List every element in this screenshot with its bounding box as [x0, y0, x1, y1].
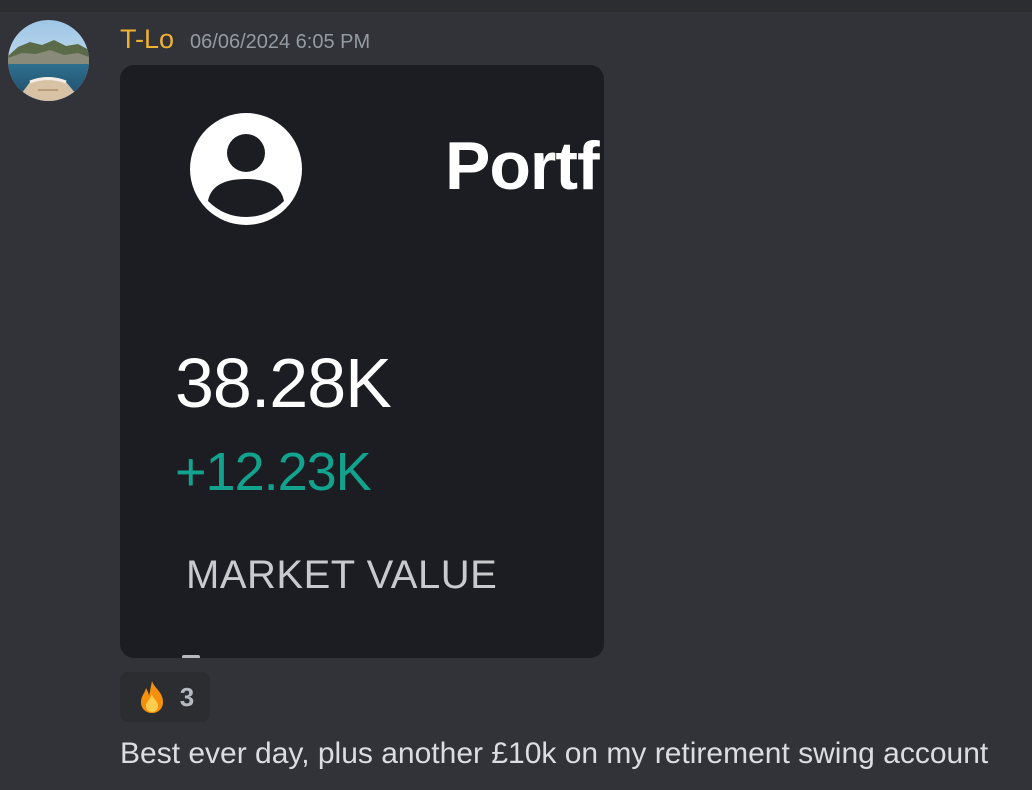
market-value-amount: 38.28K: [175, 344, 392, 422]
reaction-fire[interactable]: 3: [120, 672, 210, 722]
chat-message: T-Lo 06/06/2024 6:05 PM Portf 38.28K +12…: [0, 0, 1032, 790]
portfolio-title: Portf: [445, 128, 600, 204]
user-profile-icon: [190, 113, 302, 225]
timestamp: 06/06/2024 6:05 PM: [190, 31, 371, 53]
avatar-photo: [8, 20, 89, 101]
message-header: T-Lo 06/06/2024 6:05 PM: [120, 24, 370, 58]
fire-emoji-icon: [140, 681, 163, 713]
image-attachment[interactable]: Portf 38.28K +12.23K MARKET VALUE: [120, 65, 604, 658]
username[interactable]: T-Lo: [120, 24, 174, 55]
market-value-label: MARKET VALUE: [186, 553, 498, 597]
message-content: Best ever day, plus another £10k on my r…: [120, 737, 989, 770]
gain-amount: +12.23K: [175, 442, 372, 502]
reaction-count: 3: [179, 681, 195, 712]
cropped-glyph: [182, 655, 200, 658]
avatar[interactable]: [8, 20, 89, 101]
